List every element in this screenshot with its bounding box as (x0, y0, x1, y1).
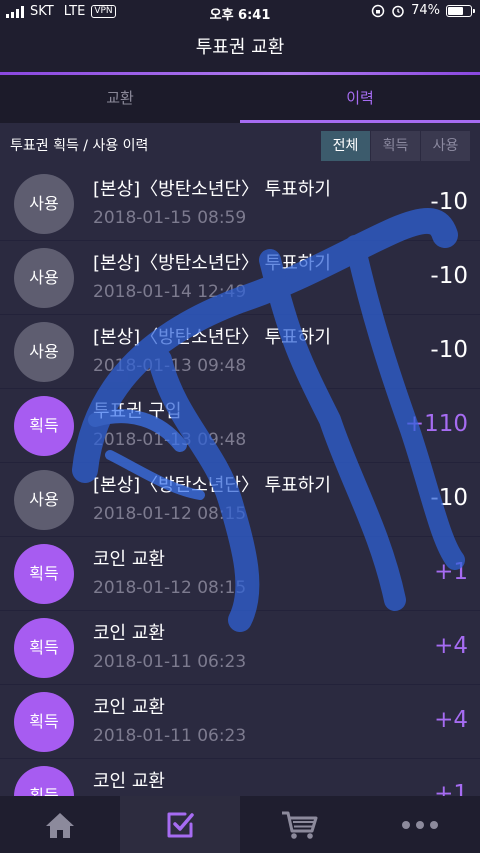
row-title: [본상]〈방탄소년단〉 투표하기 (93, 475, 331, 496)
type-badge: 사용 (14, 174, 74, 234)
row-amount: +1 (434, 559, 468, 585)
nav-more[interactable] (360, 796, 480, 853)
row-date: 2018-01-11 06:23 (93, 652, 247, 672)
row-title: [본상]〈방탄소년단〉 투표하기 (93, 179, 331, 200)
row-date: 2018-01-13 09:48 (93, 430, 247, 450)
history-row: 획득 코인 교환 2018-01-12 08:15 +1 (0, 537, 480, 611)
row-title: 코인 교환 (93, 549, 165, 570)
history-row: 획득 투표권 구입 2018-01-13 09:48 +110 (0, 389, 480, 463)
type-badge: 사용 (14, 322, 74, 382)
filter-acquire-button[interactable]: 획득 (370, 131, 420, 161)
row-date: 2018-01-14 12:49 (93, 282, 247, 302)
bottom-nav (0, 796, 480, 853)
history-row: 사용 [본상]〈방탄소년단〉 투표하기 2018-01-15 08:59 -10 (0, 167, 480, 241)
tab-history[interactable]: 이력 (240, 75, 480, 123)
row-amount: -10 (430, 337, 468, 363)
row-title: [본상]〈방탄소년단〉 투표하기 (93, 327, 331, 348)
nav-shop[interactable] (240, 796, 360, 853)
row-date: 2018-01-15 08:59 (93, 208, 247, 228)
row-date: 2018-01-13 09:48 (93, 356, 247, 376)
history-row: 사용 [본상]〈방탄소년단〉 투표하기 2018-01-14 12:49 -10 (0, 241, 480, 315)
row-amount: -10 (430, 189, 468, 215)
filter-row: 투표권 획득 / 사용 이력 전체 획득 사용 (0, 123, 480, 167)
type-badge: 사용 (14, 248, 74, 308)
vote-check-icon (167, 812, 194, 837)
row-title: 코인 교환 (93, 623, 165, 644)
page-title: 투표권 교환 (0, 24, 480, 72)
filter-title: 투표권 획득 / 사용 이력 (10, 138, 149, 154)
filter-all-button[interactable]: 전체 (320, 131, 370, 161)
row-title: 투표권 구입 (93, 401, 182, 422)
rotation-lock-icon (371, 4, 385, 17)
status-bar: SKT LTE VPN 오후 6:41 74% (0, 0, 480, 24)
history-row: 사용 [본상]〈방탄소년단〉 투표하기 2018-01-13 09:48 -10 (0, 315, 480, 389)
nav-vote[interactable] (120, 796, 240, 853)
history-list: 사용 [본상]〈방탄소년단〉 투표하기 2018-01-15 08:59 -10 사용 [… (0, 167, 480, 796)
tab-exchange[interactable]: 교환 (0, 75, 240, 123)
cart-icon (282, 811, 318, 839)
row-amount: +4 (434, 633, 468, 659)
alarm-icon (392, 5, 404, 17)
filter-use-button[interactable]: 사용 (420, 131, 470, 161)
row-date: 2018-01-11 06:23 (93, 726, 247, 746)
row-amount: -10 (430, 485, 468, 511)
type-badge: 획득 (14, 618, 74, 678)
row-date: 2018-01-12 08:15 (93, 504, 247, 524)
type-badge: 획득 (14, 692, 74, 752)
type-badge: 획득 (14, 544, 74, 604)
row-title: [본상]〈방탄소년단〉 투표하기 (93, 253, 331, 274)
type-badge: 획득 (14, 766, 74, 796)
type-badge: 사용 (14, 470, 74, 530)
row-amount: +110 (404, 411, 468, 437)
row-date: 2018-01-12 08:15 (93, 578, 247, 598)
home-icon (46, 812, 74, 838)
nav-home[interactable] (0, 796, 120, 853)
history-row: 획득 코인 교환 +1 (0, 759, 480, 796)
history-row: 획득 코인 교환 2018-01-11 06:23 +4 (0, 611, 480, 685)
row-title: 코인 교환 (93, 771, 165, 792)
status-right: 74% (371, 3, 475, 18)
history-row: 획득 코인 교환 2018-01-11 06:23 +4 (0, 685, 480, 759)
row-amount: +4 (434, 707, 468, 733)
tab-bar: 교환 이력 (0, 75, 480, 123)
type-badge: 획득 (14, 396, 74, 456)
filter-segmented-control: 전체 획득 사용 (320, 131, 470, 161)
row-title: 코인 교환 (93, 697, 165, 718)
battery-percent: 74% (411, 3, 440, 18)
more-icon (402, 820, 438, 829)
row-amount: +1 (434, 781, 468, 796)
history-row: 사용 [본상]〈방탄소년단〉 투표하기 2018-01-12 08:15 -10 (0, 463, 480, 537)
battery-icon (446, 4, 475, 17)
row-amount: -10 (430, 263, 468, 289)
